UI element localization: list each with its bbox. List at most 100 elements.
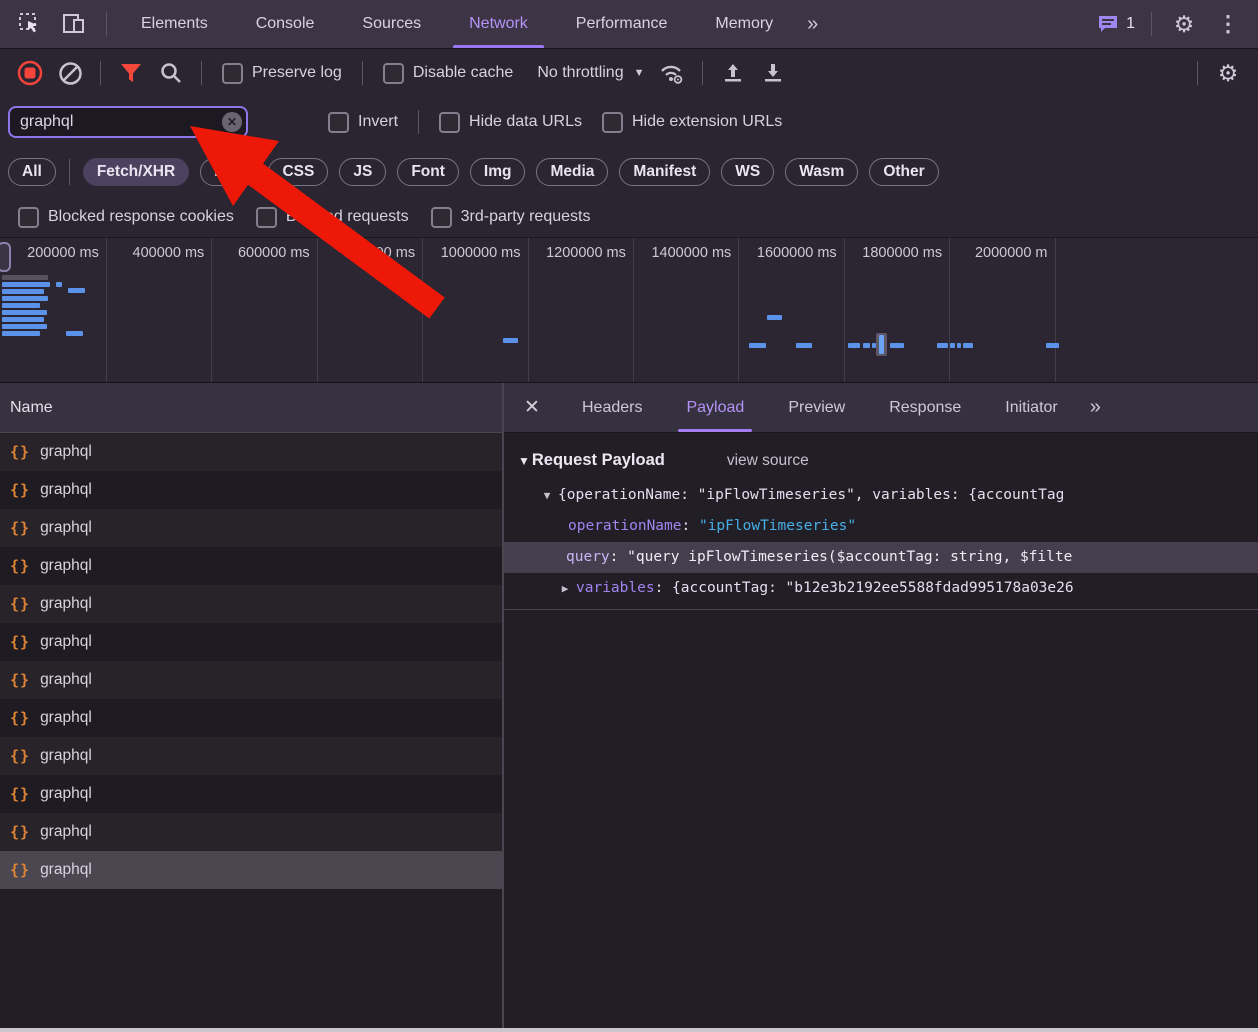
tab-sources[interactable]: Sources (338, 0, 445, 48)
filter-funnel-icon[interactable] (111, 49, 151, 97)
request-row[interactable]: {}graphql (0, 699, 502, 737)
network-overview-timeline[interactable]: 200000 ms400000 ms600000 ms800000 ms1000… (0, 237, 1258, 383)
tab-elements[interactable]: Elements (117, 0, 232, 48)
details-tab-headers[interactable]: Headers (560, 383, 664, 432)
payload-line[interactable]: query: "query ipFlowTimeseries($accountT… (504, 542, 1258, 573)
filter-chip-js[interactable]: JS (339, 158, 386, 186)
filter-chip-wasm[interactable]: Wasm (785, 158, 858, 186)
timeline-request-bar (863, 343, 870, 348)
request-row[interactable]: {}graphql (0, 547, 502, 585)
filter-chip-media[interactable]: Media (536, 158, 608, 186)
expand-triangle-icon[interactable]: ▶ (554, 573, 576, 604)
request-name: graphql (40, 671, 92, 689)
settings-gear-icon[interactable]: ⚙ (1162, 0, 1206, 48)
request-row[interactable]: {}graphql (0, 661, 502, 699)
filter-input[interactable] (8, 106, 248, 138)
view-source-link[interactable]: view source (727, 452, 809, 470)
request-row[interactable]: {}graphql (0, 623, 502, 661)
timeline-request-bar (2, 275, 48, 280)
checkbox-icon[interactable] (18, 207, 39, 228)
fetch-xhr-icon: {} (10, 861, 30, 879)
request-row[interactable]: {}graphql (0, 775, 502, 813)
har-import-icon[interactable] (753, 49, 793, 97)
request-row[interactable]: {}graphql (0, 471, 502, 509)
throttling-dropdown[interactable]: No throttling ▼ (537, 64, 644, 82)
tab-memory[interactable]: Memory (691, 0, 797, 48)
clear-filter-icon[interactable]: ✕ (222, 112, 242, 132)
har-export-icon[interactable] (713, 49, 753, 97)
toolbar-divider (702, 61, 703, 85)
request-row[interactable]: {}graphql (0, 813, 502, 851)
hide-data-urls-checkbox[interactable] (439, 112, 460, 133)
request-payload-section[interactable]: ▼ Request Payload view source (504, 445, 1258, 480)
device-toolbar-icon[interactable] (52, 0, 96, 48)
details-tab-payload[interactable]: Payload (664, 383, 766, 432)
clear-network-log-icon[interactable] (50, 49, 90, 97)
request-name: graphql (40, 633, 92, 651)
search-icon[interactable] (151, 49, 191, 97)
filter-chip-css[interactable]: CSS (268, 158, 328, 186)
filter-chip-doc[interactable]: Doc (200, 158, 257, 186)
disable-cache-checkbox[interactable] (383, 63, 404, 84)
hide-extension-urls-checkbox[interactable] (602, 112, 623, 133)
close-details-icon[interactable]: ✕ (504, 396, 560, 419)
payload-token: : {accountTag: "b12e3b2192ee5588fdad9951… (655, 580, 1074, 596)
tab-network[interactable]: Network (445, 0, 552, 48)
request-row[interactable]: {}graphql (0, 585, 502, 623)
kebab-menu-icon[interactable]: ⋮ (1206, 0, 1250, 48)
more-tabs-chevron-icon[interactable]: » (797, 13, 826, 36)
blocked-response-cookies-toggle[interactable]: Blocked response cookies (18, 207, 234, 228)
hide-data-urls-toggle[interactable]: Hide data URLs (439, 112, 582, 133)
toolbar-divider (100, 61, 101, 85)
filter-chip-all[interactable]: All (8, 158, 56, 186)
filter-chip-fetchxhr[interactable]: Fetch/XHR (83, 158, 189, 186)
request-name: graphql (40, 443, 92, 461)
issues-bubble-icon (1097, 14, 1119, 34)
collapse-triangle-icon[interactable]: ▼ (536, 480, 558, 511)
filter-chip-manifest[interactable]: Manifest (619, 158, 710, 186)
payload-line[interactable]: operationName: "ipFlowTimeseries" (504, 511, 1258, 542)
inspect-element-icon[interactable] (8, 0, 52, 48)
network-conditions-icon[interactable] (652, 49, 692, 97)
resource-type-filter-row: All Fetch/XHR Doc CSS JS Font Img Media Manifest… (0, 147, 1258, 197)
devtools-window: ElementsConsoleSourcesNetworkPerformance… (0, 0, 1258, 1032)
filter-chip-other[interactable]: Other (869, 158, 938, 186)
issues-counter-button[interactable]: 1 (1091, 14, 1141, 34)
request-row[interactable]: {}graphql (0, 509, 502, 547)
payload-line[interactable]: ▼{operationName: "ipFlowTimeseries", var… (504, 480, 1258, 511)
payload-token: "query ipFlowTimeseries($accountTag: str… (627, 549, 1072, 565)
disable-cache-toggle[interactable]: Disable cache (383, 63, 514, 84)
checkbox-icon[interactable] (256, 207, 277, 228)
details-more-chevron-icon[interactable]: » (1080, 396, 1109, 419)
3rd-party-requests-toggle[interactable]: 3rd-party requests (431, 207, 591, 228)
details-tab-response[interactable]: Response (867, 383, 983, 432)
timeline-gridline (106, 238, 107, 382)
request-name: graphql (40, 747, 92, 765)
payload-line[interactable]: ▶variables: {accountTag: "b12e3b2192ee55… (504, 573, 1258, 604)
filter-chip-ws[interactable]: WS (721, 158, 774, 186)
request-row[interactable]: {}graphql (0, 737, 502, 775)
request-row[interactable]: {}graphql (0, 851, 502, 889)
invert-filter-toggle[interactable]: Invert (328, 112, 398, 133)
details-tab-preview[interactable]: Preview (766, 383, 867, 432)
hide-extension-urls-toggle[interactable]: Hide extension URLs (602, 112, 782, 133)
timeline-gridline (844, 238, 845, 382)
filter-chip-img[interactable]: Img (470, 158, 526, 186)
collapse-triangle-icon[interactable]: ▼ (518, 454, 530, 468)
preserve-log-toggle[interactable]: Preserve log (222, 63, 342, 84)
request-row[interactable]: {}graphql (0, 433, 502, 471)
overview-left-handle[interactable] (0, 242, 11, 272)
record-network-log-icon[interactable] (10, 49, 50, 97)
details-tab-initiator[interactable]: Initiator (983, 383, 1079, 432)
timeline-gridline (949, 238, 950, 382)
tab-performance[interactable]: Performance (552, 0, 692, 48)
tab-console[interactable]: Console (232, 0, 339, 48)
blocked-requests-toggle[interactable]: Blocked requests (256, 207, 409, 228)
timeline-gridline (317, 238, 318, 382)
network-settings-gear-icon[interactable]: ⚙ (1208, 49, 1248, 97)
preserve-log-checkbox[interactable] (222, 63, 243, 84)
checkbox-icon[interactable] (431, 207, 452, 228)
invert-checkbox[interactable] (328, 112, 349, 133)
filter-chip-font[interactable]: Font (397, 158, 459, 186)
name-column-header[interactable]: Name (0, 383, 502, 433)
